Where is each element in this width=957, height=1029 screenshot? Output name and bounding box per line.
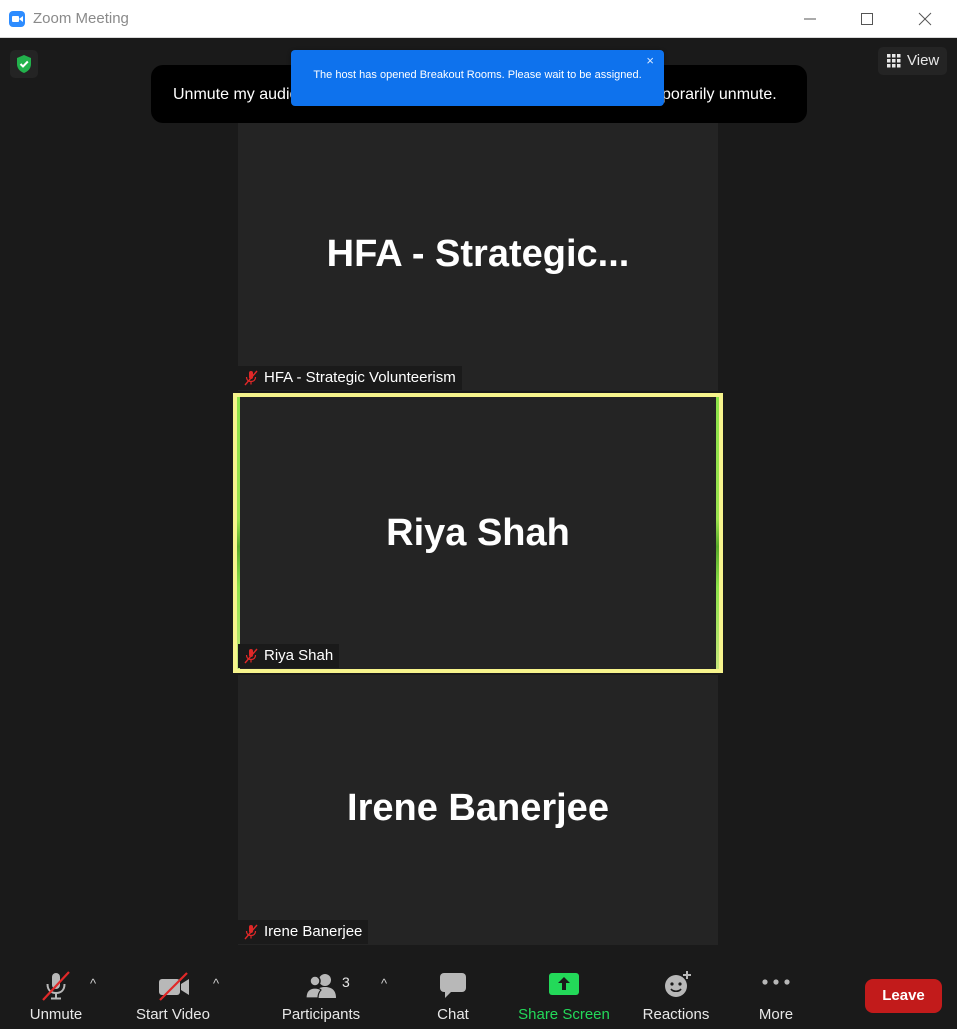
- start-video-label: Start Video: [136, 1006, 210, 1023]
- start-video-button[interactable]: Start Video: [128, 964, 218, 1029]
- participant-nametag: Riya Shah: [238, 644, 340, 668]
- video-tile[interactable]: HFA - Strategic... HFA - Strategic Volun…: [238, 123, 718, 391]
- muted-mic-icon: [244, 924, 258, 940]
- reactions-label: Reactions: [642, 1006, 710, 1023]
- video-off-icon: [159, 972, 189, 1001]
- shield-check-icon: [17, 55, 31, 73]
- chat-bubble-icon: [440, 973, 466, 998]
- add-reaction-emoji-icon: [665, 971, 691, 997]
- title-bar: Zoom Meeting: [0, 0, 957, 38]
- participants-count: 3: [342, 974, 350, 990]
- maximize-button[interactable]: [842, 0, 894, 38]
- share-screen-arrow-icon: [549, 973, 579, 995]
- window-title: Zoom Meeting: [33, 10, 129, 27]
- muted-mic-icon: [244, 648, 258, 664]
- nametag-label: Irene Banerjee: [264, 923, 363, 940]
- maximize-icon: [861, 13, 873, 25]
- minimize-button[interactable]: [785, 0, 837, 38]
- grid-view-icon: [887, 54, 901, 68]
- zoom-app-icon: [9, 11, 25, 27]
- unmute-banner-text-left: Unmute my audio: [173, 86, 299, 103]
- participant-nametag: Irene Banerjee: [238, 920, 369, 944]
- unmute-button[interactable]: Unmute: [20, 964, 92, 1029]
- participants-button[interactable]: 3 Participants: [274, 964, 368, 1029]
- participants-icon: [305, 974, 336, 999]
- participant-nametag: HFA - Strategic Volunteerism: [238, 366, 462, 390]
- unmute-label: Unmute: [29, 1006, 83, 1023]
- breakout-rooms-notification: The host has opened Breakout Rooms. Plea…: [291, 50, 664, 106]
- leave-meeting-button[interactable]: Leave: [865, 979, 942, 1013]
- view-label: View: [907, 52, 940, 69]
- muted-mic-icon: [244, 370, 258, 386]
- notification-message: The host has opened Breakout Rooms. Plea…: [313, 69, 642, 81]
- meeting-toolbar: Unmute ^ Start Video ^ 3 Participants ^ …: [0, 964, 957, 1029]
- more-dots-icon: [762, 979, 790, 985]
- close-icon: [918, 12, 932, 26]
- video-tile-active-speaker[interactable]: Riya Shah Riya Shah: [233, 393, 723, 673]
- share-screen-button[interactable]: Share Screen: [514, 964, 614, 1029]
- unmute-banner-text-right: porarily unmute.: [662, 86, 777, 103]
- participants-options-caret[interactable]: ^: [381, 976, 387, 991]
- nametag-label: Riya Shah: [264, 647, 334, 664]
- audio-options-caret[interactable]: ^: [90, 976, 96, 991]
- video-tile[interactable]: Irene Banerjee Irene Banerjee: [238, 675, 718, 945]
- close-window-button[interactable]: [900, 0, 952, 38]
- more-button[interactable]: More: [748, 964, 804, 1029]
- participants-label: Participants: [281, 1006, 361, 1023]
- participant-display-name: Irene Banerjee: [347, 787, 609, 829]
- notification-close-button[interactable]: ×: [646, 53, 654, 68]
- minimize-icon: [804, 18, 816, 20]
- view-layout-button[interactable]: View: [878, 47, 947, 75]
- muted-microphone-icon: [42, 971, 70, 1001]
- nametag-label: HFA - Strategic Volunteerism: [264, 369, 456, 386]
- video-options-caret[interactable]: ^: [213, 976, 219, 991]
- participant-display-name: Riya Shah: [386, 512, 570, 554]
- chat-label: Chat: [437, 1006, 469, 1023]
- reactions-button[interactable]: Reactions: [636, 964, 716, 1029]
- chat-button[interactable]: Chat: [424, 964, 482, 1029]
- more-label: More: [758, 1006, 794, 1023]
- share-screen-label: Share Screen: [518, 1006, 610, 1023]
- security-shield-button[interactable]: [10, 50, 38, 78]
- participant-display-name: HFA - Strategic...: [326, 233, 630, 275]
